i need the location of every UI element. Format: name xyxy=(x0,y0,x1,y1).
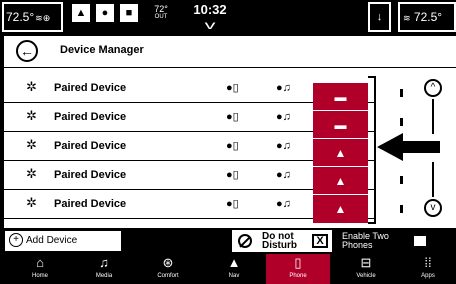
car-icon[interactable]: ▲ xyxy=(313,195,368,223)
plus-icon: + xyxy=(9,233,23,248)
page-title: Device Manager xyxy=(60,44,144,56)
message-icon[interactable]: ▬ xyxy=(313,111,368,139)
dnd-label: Do not Disturb xyxy=(262,232,297,251)
nav-comfort[interactable]: ⊛ Comfort xyxy=(136,254,200,284)
divider-tick xyxy=(400,176,403,184)
left-temp-value: 72.5° xyxy=(6,10,35,24)
nav-icon: ▲ xyxy=(227,255,241,270)
device-name: Paired Device xyxy=(54,111,127,123)
dnd-checkbox[interactable]: X xyxy=(312,234,328,248)
highlighted-column: ▬ ▬ ▲ ▲ ▲ xyxy=(313,83,368,223)
two-phones-label: Enable Two Phones xyxy=(342,232,389,250)
nav-label: Comfort xyxy=(157,273,179,279)
scrollbar-track[interactable] xyxy=(432,99,434,134)
right-climate-button[interactable]: ≋ 72.5° xyxy=(398,2,456,32)
nav-nav[interactable]: ▲ Nav xyxy=(202,254,266,284)
scroll-up-button[interactable]: ^ xyxy=(424,79,442,97)
phone-connection-icon[interactable]: ●▯ xyxy=(226,110,239,124)
pointer-arrow-icon xyxy=(377,133,403,161)
download-icon: ↓ xyxy=(376,11,383,23)
nav-label: Media xyxy=(95,273,113,279)
media-connection-icon[interactable]: ●♫ xyxy=(276,197,291,211)
gear-icon[interactable]: ✲ xyxy=(26,167,37,181)
clock: 10:32 xyxy=(193,2,227,17)
camera-button[interactable]: ■ xyxy=(120,4,138,22)
two-phones-checkbox[interactable]: X xyxy=(412,234,428,248)
seat-heat-icon: ≋⊕ xyxy=(35,13,51,23)
do-not-disturb-icon xyxy=(238,234,252,248)
gear-icon[interactable]: ✲ xyxy=(26,80,37,94)
profile-icon: ● xyxy=(101,7,109,19)
nav-label: Nav xyxy=(228,273,240,279)
media-connection-icon[interactable]: ●♫ xyxy=(276,168,291,182)
camera-icon: ■ xyxy=(125,7,133,19)
seat-heat-right-icon: ≋ xyxy=(403,13,411,23)
nav-label: Apps xyxy=(421,273,435,279)
gear-icon[interactable]: ✲ xyxy=(26,109,37,123)
gear-icon[interactable]: ✲ xyxy=(26,138,37,152)
chevron-down-icon[interactable]: v xyxy=(187,18,234,32)
nav-label: Phone xyxy=(289,273,307,279)
gear-icon[interactable]: ✲ xyxy=(26,196,37,210)
chevron-up-icon: ^ xyxy=(430,82,436,93)
device-name: Paired Device xyxy=(54,169,127,181)
device-manager-panel: ← Device Manager ✲ Paired Device ●▯ ●♫ ✲… xyxy=(4,36,456,228)
nav-apps[interactable]: ⁞⁞ Apps xyxy=(396,254,456,284)
nav-label: Vehicle xyxy=(356,273,376,279)
download-button[interactable]: ↓ xyxy=(368,2,391,32)
action-bar: + Add Device Do not Disturb X Enable Two … xyxy=(0,228,456,254)
add-device-label: Add Device xyxy=(26,235,78,246)
media-connection-icon[interactable]: ●♫ xyxy=(276,139,291,153)
status-bar: 72.5°≋⊕ ▲ ● ■ 72° OUT 10:32 v ↓ ≋ 72.5° xyxy=(0,0,456,36)
column-bracket xyxy=(368,76,376,224)
header: ← Device Manager xyxy=(4,36,456,68)
device-name: Paired Device xyxy=(54,198,127,210)
device-name: Paired Device xyxy=(54,140,127,152)
car-icon[interactable]: ▲ xyxy=(313,167,368,195)
message-icon[interactable]: ▬ xyxy=(313,83,368,111)
media-icon: ♫ xyxy=(99,255,109,270)
divider-tick xyxy=(400,118,403,126)
nav-label: Home xyxy=(31,273,48,279)
nav-vehicle[interactable]: ⊟ Vehicle xyxy=(334,254,398,284)
phone-connection-icon[interactable]: ●▯ xyxy=(226,168,239,182)
device-name: Paired Device xyxy=(54,82,127,94)
enable-two-phones-toggle[interactable]: Enable Two Phones X xyxy=(338,228,436,254)
right-temp-value: 72.5° xyxy=(413,10,443,24)
phone-icon: ▯ xyxy=(294,255,302,270)
scroll-down-button[interactable]: v xyxy=(424,199,442,217)
person-icon: ▲ xyxy=(75,7,87,19)
back-arrow-icon: ← xyxy=(20,43,34,59)
vehicle-icon: ⊟ xyxy=(360,255,372,270)
do-not-disturb-toggle[interactable]: Do not Disturb X xyxy=(232,230,332,252)
scrollbar-track[interactable] xyxy=(432,162,434,197)
screen-toggle-button[interactable]: ▲ xyxy=(72,4,90,22)
pointer-arrow-shaft xyxy=(403,141,440,153)
divider-tick xyxy=(400,89,403,97)
back-button[interactable]: ← xyxy=(16,40,38,62)
dnd-label-line2: Disturb xyxy=(262,240,297,251)
media-connection-icon[interactable]: ●♫ xyxy=(276,110,291,124)
media-connection-icon[interactable]: ●♫ xyxy=(276,81,291,95)
divider-tick xyxy=(400,205,403,213)
profile-button[interactable]: ● xyxy=(96,4,114,22)
outside-temp: 72° OUT xyxy=(150,5,172,21)
add-device-button[interactable]: + Add Device xyxy=(4,230,122,252)
nav-home[interactable]: ⌂ Home xyxy=(8,254,72,284)
comfort-icon: ⊛ xyxy=(162,255,174,270)
phone-connection-icon[interactable]: ●▯ xyxy=(226,197,239,211)
phone-connection-icon[interactable]: ●▯ xyxy=(226,139,239,153)
nav-phone[interactable]: ▯ Phone xyxy=(266,254,330,284)
chevron-down-icon: v xyxy=(430,202,436,213)
apps-icon: ⁞⁞ xyxy=(424,255,432,270)
nav-media[interactable]: ♫ Media xyxy=(72,254,136,284)
phone-connection-icon[interactable]: ●▯ xyxy=(226,81,239,95)
outside-temp-label: OUT xyxy=(154,14,168,20)
home-icon: ⌂ xyxy=(36,255,44,270)
bottom-nav: ⌂ Home ♫ Media ⊛ Comfort ▲ Nav ▯ Phone ⊟… xyxy=(0,254,456,284)
two-phones-label-line2: Phones xyxy=(342,240,373,250)
left-climate-button[interactable]: 72.5°≋⊕ xyxy=(2,2,63,32)
car-icon[interactable]: ▲ xyxy=(313,139,368,167)
